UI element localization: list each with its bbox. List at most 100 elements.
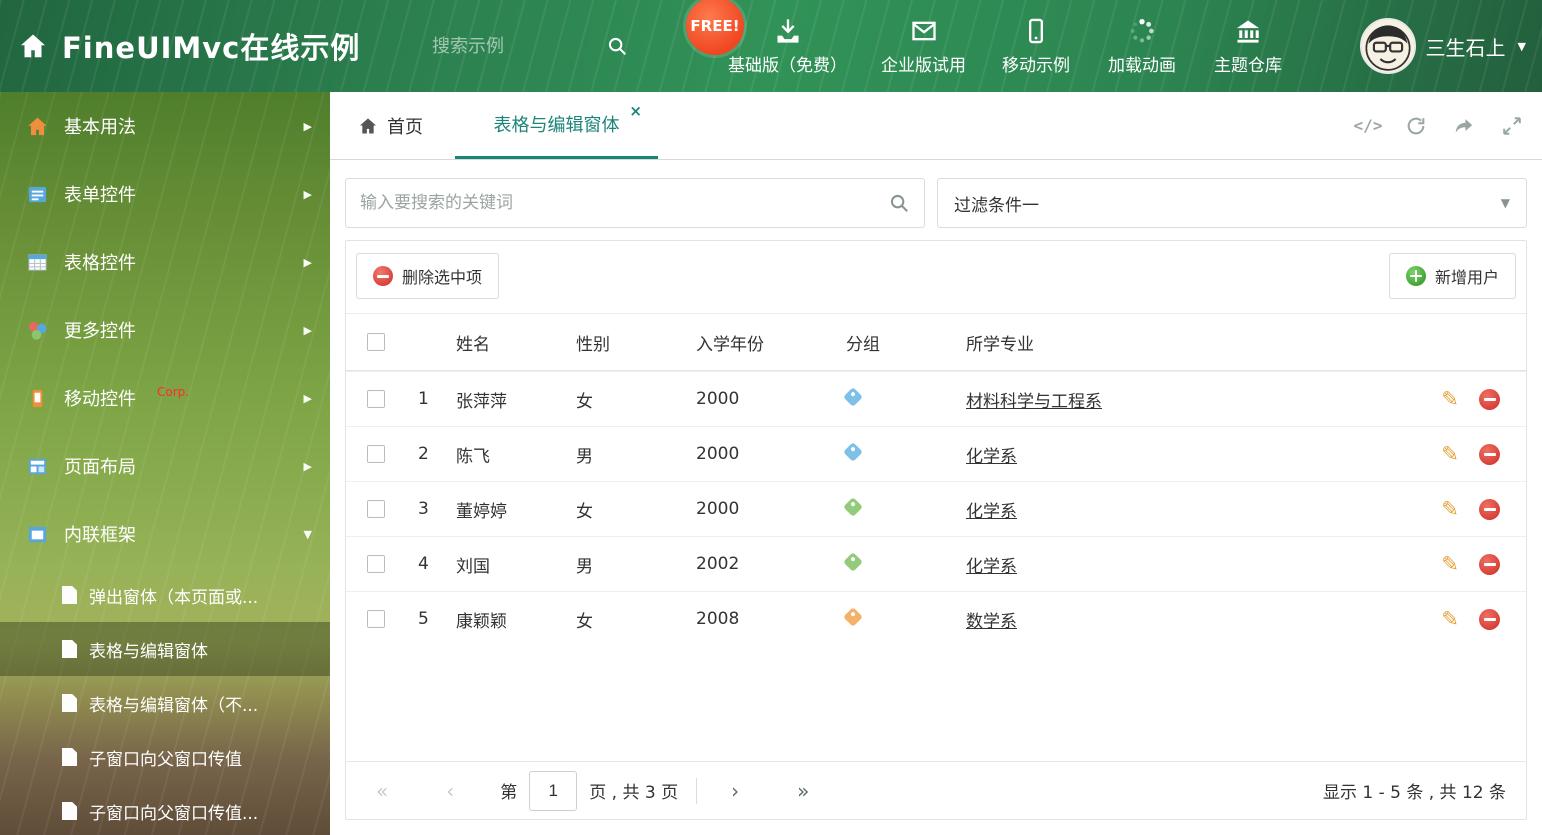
major-link[interactable]: 化学系 (966, 447, 1017, 467)
data-grid-panel: 删除选中项 新增用户 姓名 性别 入学年份 分组 所学专业 1 张萍萍 女 20… (345, 240, 1527, 820)
row-checkbox[interactable] (367, 445, 385, 463)
cell-name: 康颖颖 (456, 611, 507, 632)
search-icon[interactable] (606, 35, 628, 57)
col-header-group: 分组 (846, 334, 880, 355)
edit-icon[interactable]: ✎ (1441, 498, 1459, 520)
cell-gender: 男 (576, 446, 593, 467)
row-checkbox[interactable] (367, 500, 385, 518)
group-tag-icon[interactable] (843, 497, 863, 517)
nav-label: 移动示例 (1002, 55, 1070, 76)
sidebar-item-page-layout[interactable]: 页面布局 ▶ (0, 432, 330, 500)
page-number-input[interactable] (529, 770, 578, 811)
add-user-button[interactable]: 新增用户 (1388, 253, 1516, 299)
sidebar-item-basic-usage[interactable]: 基本用法 ▶ (0, 92, 330, 160)
major-link[interactable]: 数学系 (966, 612, 1017, 632)
delete-row-icon[interactable] (1479, 443, 1500, 465)
sidebar-subitem-popup-window[interactable]: 弹出窗体（本页面或... (0, 568, 330, 622)
major-link[interactable]: 化学系 (966, 557, 1017, 577)
nav-loading-animation[interactable]: 加载动画 (1106, 17, 1178, 76)
sidebar-subitem-child-to-parent-2[interactable]: 子窗口向父窗口传值... (0, 784, 330, 835)
group-tag-icon[interactable] (843, 442, 863, 462)
select-all-checkbox[interactable] (367, 333, 385, 351)
refresh-icon[interactable] (1404, 114, 1428, 138)
tab-bar: 首页 表格与编辑窗体 × </> (330, 92, 1542, 160)
header-nav: 基础版（免费） 企业版试用 移动示例 加载动画 主题仓库 (728, 0, 1284, 92)
app-title: FineUIMvc在线示例 (62, 31, 361, 65)
group-tag-icon[interactable] (843, 552, 863, 572)
tab-grid-edit-window[interactable]: 表格与编辑窗体 × (455, 92, 658, 159)
mobile-signal-icon (32, 389, 43, 407)
row-checkbox[interactable] (367, 555, 385, 573)
first-page-button[interactable]: « (376, 779, 388, 803)
cell-year: 2002 (696, 554, 740, 574)
cell-name: 张萍萍 (456, 391, 507, 412)
row-index: 1 (418, 389, 429, 409)
table-header-row: 姓名 性别 入学年份 分组 所学专业 (346, 313, 1526, 371)
sidebar-subitem-child-to-parent[interactable]: 子窗口向父窗口传值 (0, 730, 330, 784)
next-page-button[interactable]: › (731, 779, 739, 803)
mobile-icon (1029, 18, 1043, 43)
home-icon[interactable] (18, 31, 48, 61)
sidebar-item-more-controls[interactable]: 更多控件 ▶ (0, 296, 330, 364)
spinner-icon (1130, 18, 1154, 42)
home-icon (360, 117, 376, 133)
sidebar-item-grid-controls[interactable]: 表格控件 ▶ (0, 228, 330, 296)
tab-home[interactable]: 首页 (358, 92, 423, 159)
sidebar-subitem-label: 表格与编辑窗体 (89, 641, 208, 662)
sidebar-item-iframe[interactable]: 内联框架 ▼ (0, 500, 330, 568)
delete-row-icon[interactable] (1479, 553, 1500, 575)
button-label: 新增用户 (1434, 268, 1499, 287)
edit-icon[interactable]: ✎ (1441, 553, 1459, 575)
header-search-input[interactable] (432, 35, 592, 57)
prev-page-button[interactable]: ‹ (446, 779, 454, 803)
last-page-button[interactable]: » (797, 779, 809, 803)
sidebar-item-label: 基本用法 (64, 117, 136, 138)
nav-enterprise-trial[interactable]: 企业版试用 (881, 17, 966, 76)
edit-icon[interactable]: ✎ (1441, 388, 1459, 410)
sidebar-subitem-grid-edit-window-2[interactable]: 表格与编辑窗体（不... (0, 676, 330, 730)
filter-dropdown[interactable]: 过滤条件一 ▼ (937, 178, 1527, 228)
nav-label: 企业版试用 (881, 55, 966, 76)
group-tag-icon[interactable] (843, 387, 863, 407)
edit-icon[interactable]: ✎ (1441, 608, 1459, 630)
chevron-down-icon: ▼ (1517, 39, 1526, 53)
major-link[interactable]: 化学系 (966, 502, 1017, 522)
cell-year: 2000 (696, 444, 740, 464)
row-checkbox[interactable] (367, 610, 385, 628)
col-header-gender: 性别 (576, 334, 610, 355)
share-icon[interactable] (1452, 114, 1476, 138)
major-link[interactable]: 材料科学与工程系 (966, 392, 1102, 412)
nav-basic-free[interactable]: 基础版（免费） (728, 17, 847, 76)
mail-icon (911, 21, 936, 40)
cell-gender: 女 (576, 501, 593, 522)
source-code-icon[interactable]: </> (1354, 114, 1383, 138)
delete-row-icon[interactable] (1479, 498, 1500, 520)
row-checkbox[interactable] (367, 390, 385, 408)
keyword-search-input[interactable] (360, 193, 878, 213)
table-row: 5 康颖颖 女 2008 数学系 ✎ (346, 591, 1526, 646)
cell-gender: 女 (576, 391, 593, 412)
delete-row-icon[interactable] (1479, 388, 1500, 410)
avatar (1359, 18, 1416, 74)
close-icon[interactable]: × (629, 104, 642, 119)
cell-name: 刘国 (456, 556, 490, 577)
divider (696, 777, 698, 804)
sidebar-item-mobile-controls[interactable]: 移动控件 Corp. ▶ (0, 364, 330, 432)
user-menu[interactable]: 三生石上 ▼ (1359, 0, 1526, 92)
expand-icon[interactable] (1500, 114, 1524, 138)
nav-mobile-demo[interactable]: 移动示例 (1000, 17, 1072, 76)
delete-selected-button[interactable]: 删除选中项 (356, 253, 500, 299)
nav-label: 基础版（免费） (728, 55, 847, 76)
nav-theme-repo[interactable]: 主题仓库 (1212, 17, 1284, 76)
cell-year: 2000 (696, 389, 740, 409)
bank-icon (1236, 20, 1260, 43)
edit-icon[interactable]: ✎ (1441, 443, 1459, 465)
file-icon (62, 586, 77, 604)
brand: FineUIMvc在线示例 (18, 0, 360, 92)
sidebar-subitem-grid-edit-window[interactable]: 表格与编辑窗体 (0, 622, 330, 676)
sidebar-item-form-controls[interactable]: 表单控件 ▶ (0, 160, 330, 228)
delete-row-icon[interactable] (1479, 608, 1500, 630)
nav-label: 加载动画 (1108, 55, 1176, 76)
group-tag-icon[interactable] (843, 607, 863, 627)
search-icon[interactable] (888, 192, 910, 214)
